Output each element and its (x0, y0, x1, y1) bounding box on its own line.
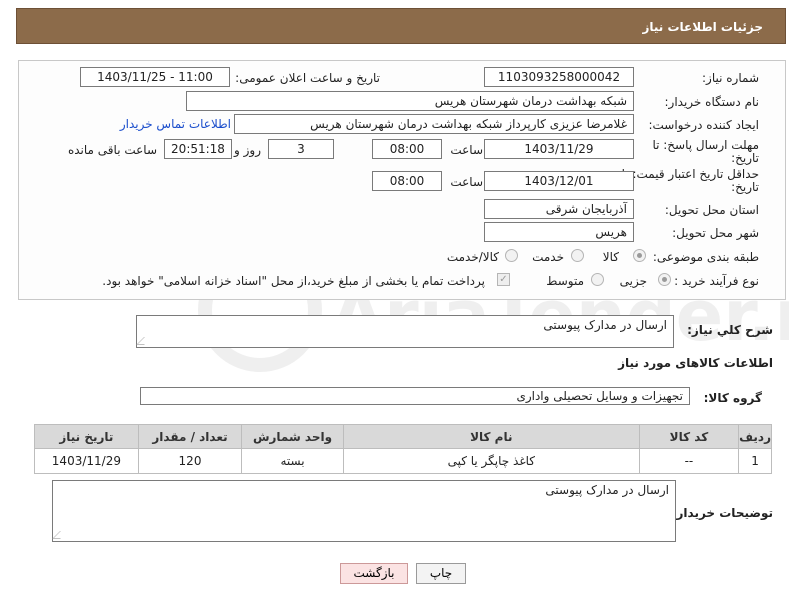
creator-field: غلامرضا عزیزی کارپرداز شبکه بهداشت درمان… (234, 114, 634, 134)
buyer-org-field: شبکه بهداشت درمان شهرستان هریس (186, 91, 634, 111)
print-button[interactable]: چاپ (416, 563, 466, 584)
process-label: نوع فرآیند خرید : (674, 274, 759, 288)
city-label: شهر محل تحویل: (672, 226, 759, 240)
validity-time-field: 08:00 (372, 171, 442, 191)
resize-handle-icon[interactable] (52, 531, 68, 539)
cell-need-date: 1403/11/29 (34, 448, 139, 474)
cell-row-number: 1 (738, 448, 772, 474)
deadline-time-label: ساعت (450, 143, 483, 157)
validity-label-date: تاریخ: (731, 180, 759, 194)
goods-group-field: تجهیزات و وسایل تحصیلی واداری (140, 387, 690, 405)
back-button[interactable]: بازگشت (340, 563, 408, 584)
deadline-date-field: 1403/11/29 (484, 139, 634, 159)
deadline-label: مهلت ارسال پاسخ: تا (652, 138, 759, 152)
category-option-goods-service: کالا/خدمت (446, 250, 499, 264)
deadline-time-field: 08:00 (372, 139, 442, 159)
validity-date-field: 1403/12/01 (484, 171, 634, 191)
buyer-notes-label: توضیحات خریدار: (671, 506, 773, 520)
contact-buyer-link[interactable]: اطلاعات تماس خریدار (120, 117, 231, 131)
summary-text: ارسال در مدارک پیوستی (543, 318, 667, 332)
col-header-quantity: تعداد / مقدار (137, 424, 243, 449)
need-number-field: 1103093258000042 (484, 67, 634, 87)
col-header-item-name: نام کالا (342, 424, 640, 449)
goods-info-title: اطلاعات کالاهای مورد نیاز (618, 356, 773, 370)
remaining-time-field: 20:51:18 (164, 139, 232, 159)
process-radio-medium[interactable] (591, 273, 604, 286)
cell-item-name: کاغذ چاپگر یا کپی (342, 448, 640, 474)
category-label: طبقه بندی موضوعی: (652, 250, 759, 264)
col-header-item-code: کد کالا (638, 424, 740, 449)
process-option-medium: متوسط (546, 274, 584, 288)
treasury-checkbox[interactable]: ✓ (497, 273, 510, 286)
creator-label: ایجاد کننده درخواست: (648, 118, 759, 132)
deadline-label-date: تاریخ: (731, 151, 759, 165)
announce-field: 1403/11/25 - 11:00 (80, 67, 230, 87)
goods-table: ردیف کد کالا نام کالا واحد شمارش تعداد /… (34, 424, 772, 474)
cell-quantity: 120 (137, 448, 243, 474)
need-number-label: شماره نیاز: (702, 71, 759, 85)
remaining-label: ساعت باقی مانده (67, 143, 157, 157)
col-header-unit: واحد شمارش (241, 424, 344, 449)
province-field: آذربایجان شرقی (484, 199, 634, 219)
cell-unit: بسته (241, 448, 344, 474)
col-header-row-number: ردیف (738, 424, 772, 449)
page-header: جزئیات اطلاعات نیاز (16, 8, 786, 44)
category-radio-goods[interactable] (633, 249, 646, 262)
cell-item-code: -- (638, 448, 740, 474)
buyer-org-label: نام دستگاه خریدار: (664, 95, 760, 109)
category-radio-goods-service[interactable] (505, 249, 518, 262)
category-option-service: خدمت (532, 250, 564, 264)
days-label: روز و (234, 143, 261, 157)
buyer-notes-textarea[interactable]: ارسال در مدارک پیوستی (52, 480, 676, 542)
process-option-minor: جزیی (619, 274, 647, 288)
payment-note: پرداخت تمام یا بخشی از مبلغ خرید،از محل … (102, 274, 485, 288)
table-header-row: ردیف کد کالا نام کالا واحد شمارش تعداد /… (34, 424, 772, 449)
buyer-notes-text: ارسال در مدارک پیوستی (545, 483, 669, 497)
table-row: 1 -- کاغذ چاپگر یا کپی بسته 120 1403/11/… (34, 448, 772, 474)
category-radio-service[interactable] (571, 249, 584, 262)
col-header-need-date: تاریخ نیاز (34, 424, 139, 449)
validity-time-label: ساعت (450, 175, 483, 189)
goods-group-label: گروه کالا: (703, 391, 762, 405)
summary-textarea[interactable]: ارسال در مدارک پیوستی (136, 315, 674, 348)
province-label: استان محل تحویل: (664, 203, 759, 217)
announce-label: تاریخ و ساعت اعلان عمومی: (235, 71, 380, 85)
resize-handle-icon[interactable] (136, 337, 152, 345)
process-radio-minor[interactable] (658, 273, 671, 286)
city-field: هریس (484, 222, 634, 242)
page-title: جزئیات اطلاعات نیاز (642, 20, 763, 34)
category-option-goods: کالا (602, 250, 619, 264)
days-remaining-field: 3 (268, 139, 334, 159)
validity-label: حداقل تاریخ اعتبار قیمت: تا (621, 167, 759, 181)
summary-label: شرح کلي نياز: (687, 323, 773, 337)
